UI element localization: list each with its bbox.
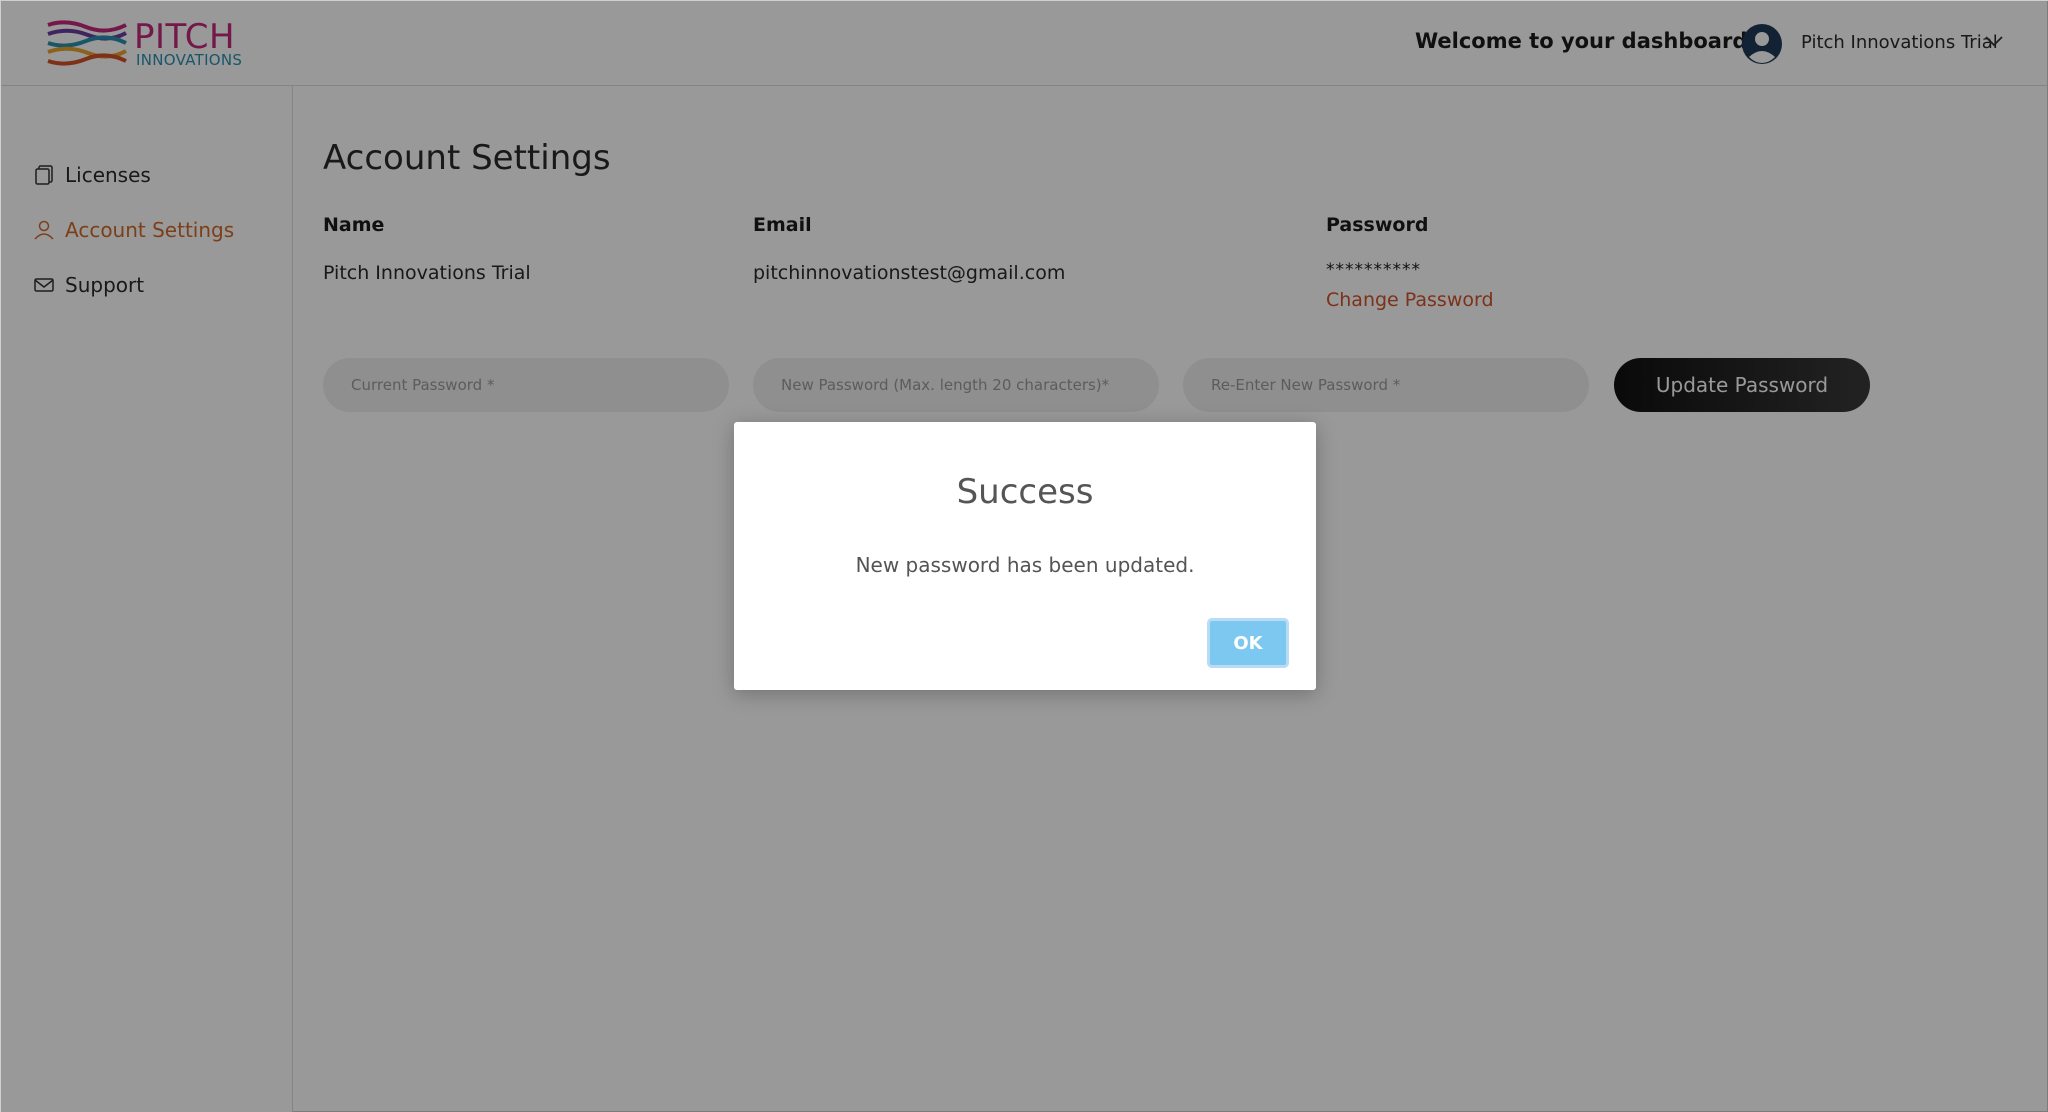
dialog-message: New password has been updated. [855,553,1195,577]
ok-button[interactable]: OK [1207,618,1289,668]
success-dialog: Success New password has been updated. O… [734,422,1316,690]
app-window: PITCH INNOVATIONS Welcome to your dashbo… [0,0,2048,1112]
dialog-title: Success [956,472,1094,512]
